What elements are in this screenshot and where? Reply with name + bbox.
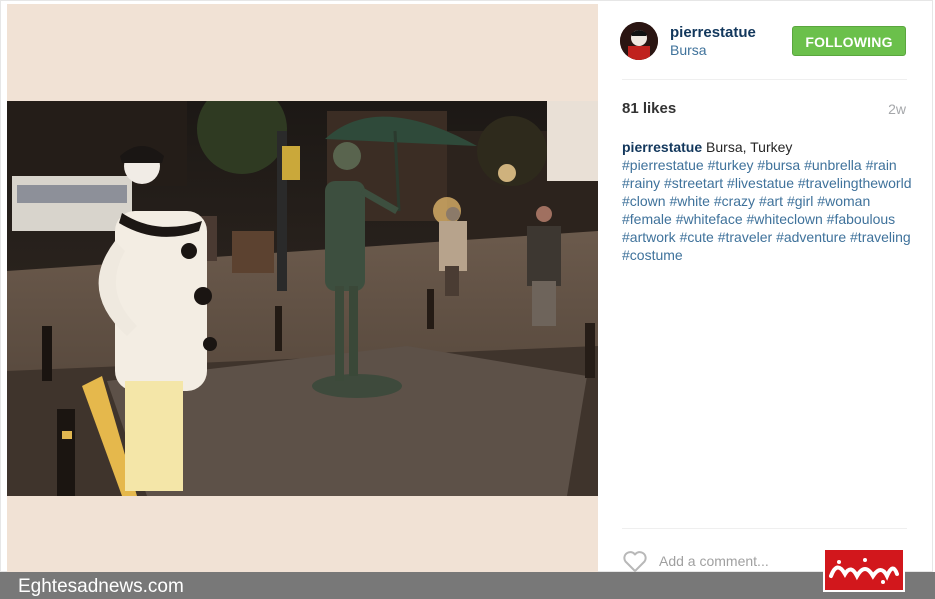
post-username[interactable]: pierrestatue [670, 24, 756, 41]
post-caption: pierrestatue Bursa, Turkey #pierrestatue… [622, 138, 912, 264]
street-scene-image [7, 101, 598, 496]
avatar-image [620, 22, 658, 60]
heart-icon-shape [623, 551, 647, 572]
watermark-site: Eghtesadnews.com [18, 576, 184, 597]
post-photo[interactable] [7, 101, 598, 496]
caption-text: Bursa, Turkey [702, 139, 793, 155]
news-logo-mark [825, 550, 903, 590]
add-comment-input[interactable]: Add a comment... [659, 553, 769, 569]
news-logo [823, 548, 905, 592]
likes-count[interactable]: 81 likes [622, 100, 676, 117]
post-sidebar: pierrestatue Bursa FOLLOWING 81 likes 2w… [598, 0, 933, 572]
header-divider [622, 79, 907, 80]
avatar[interactable] [620, 22, 658, 60]
post-location[interactable]: Bursa [670, 42, 707, 58]
comment-divider [622, 528, 907, 529]
post-time[interactable]: 2w [888, 101, 906, 117]
heart-icon[interactable] [622, 550, 648, 574]
caption-username[interactable]: pierrestatue [622, 139, 702, 155]
following-button[interactable]: FOLLOWING [792, 26, 906, 56]
caption-hashtags[interactable]: #pierrestatue #turkey #bursa #unbrella #… [622, 157, 912, 263]
